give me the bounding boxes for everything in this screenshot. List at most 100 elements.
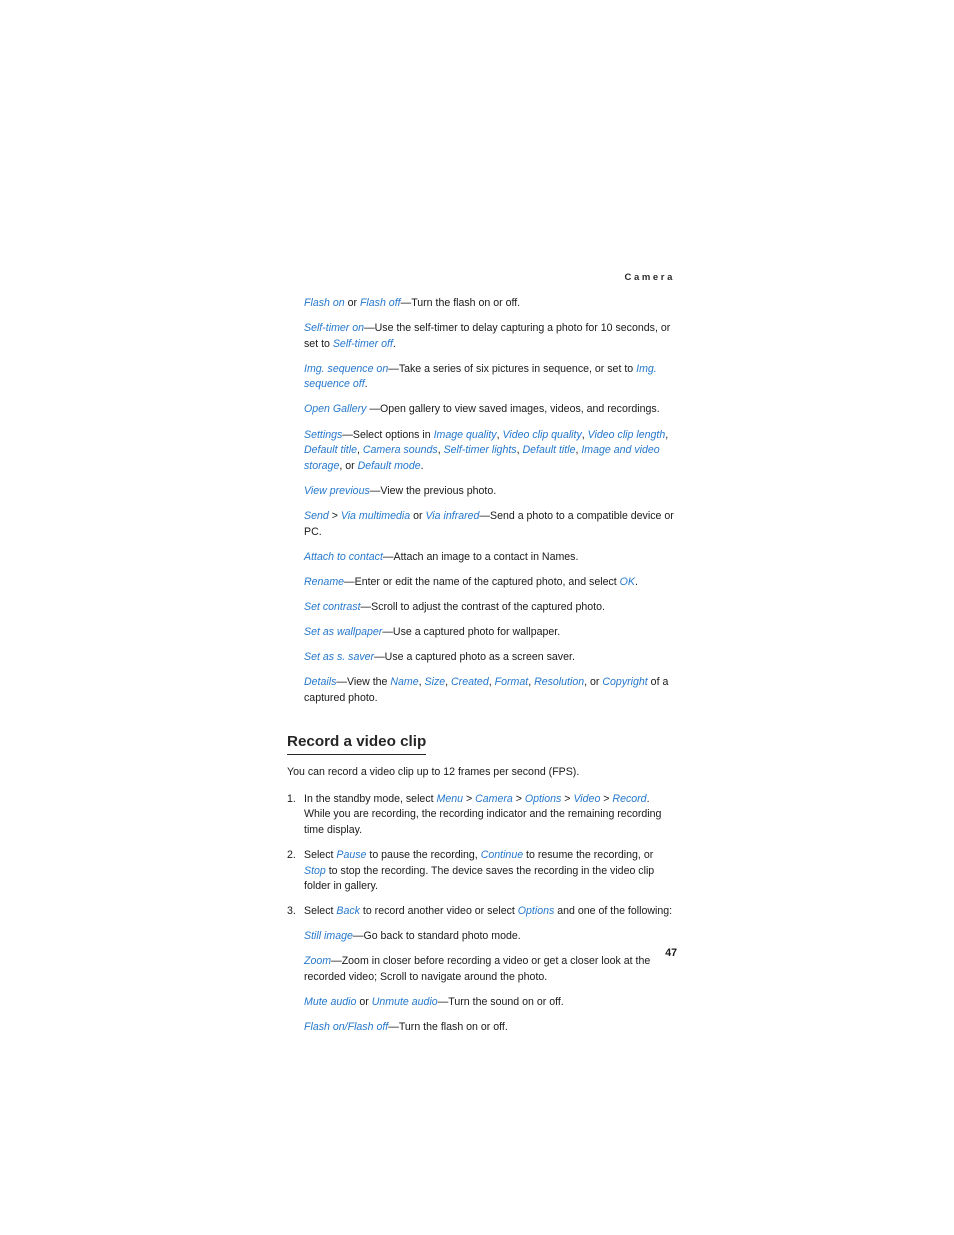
ui-term: Video clip length [587, 428, 666, 441]
ui-term: Resolution [534, 676, 585, 689]
body-text: Select [304, 849, 337, 862]
body-text: to resume the recording, or [523, 849, 654, 862]
body-text: to record another video or select [359, 905, 518, 918]
ui-term: Back [336, 905, 360, 918]
step-number: 3. [287, 905, 296, 918]
ui-term: Settings [304, 428, 343, 441]
body-column: Flash on or Flash off —Turn the flash on … [287, 296, 677, 1043]
ui-term: Set contrast [304, 600, 361, 613]
body-text: —View the previous photo. [369, 484, 497, 497]
ui-term: Pause [336, 849, 367, 862]
step-item: 2. Select Pause to pause the recording, C… [287, 848, 677, 895]
ui-term: Name [390, 676, 419, 689]
ui-term: Options [517, 905, 555, 918]
body-text: In the standby mode, select [304, 792, 437, 805]
ui-term: View previous [304, 484, 370, 497]
video-sub-options-list: Still image—Go back to standard photo mo… [304, 929, 677, 1035]
ui-term: Stop [304, 864, 326, 877]
ui-term: Rename [304, 575, 345, 588]
ui-term: Set as s. saver [304, 651, 375, 663]
ui-term: Self-timer off [332, 337, 393, 350]
ui-term: Send [304, 509, 329, 522]
option-paragraph-open-gallery: Open Gallery —Open gallery to view saved… [304, 402, 677, 418]
body-text: —Turn the sound on or off. [437, 995, 564, 1008]
manual-page: Camera Flash on or Flash off —Turn the fl… [0, 0, 954, 1235]
ui-term: Self-timer on [304, 322, 365, 335]
sub-option-paragraph-mute-audio: Mute audio or Unmute audio—Turn the soun… [304, 995, 677, 1011]
body-text: > [600, 792, 613, 805]
ui-term: Open Gallery [304, 403, 367, 416]
ui-term: Flash on [304, 297, 345, 309]
step-number: 1. [287, 792, 296, 805]
body-text: —Use a captured photo as a screen saver. [374, 651, 575, 663]
ui-term: Unmute audio [371, 995, 438, 1008]
option-paragraph-set-as-s-saver: Set as s. saver—Use a captured photo as … [304, 650, 677, 666]
body-text: —Scroll to adjust the contrast of the ca… [360, 600, 605, 613]
body-text: , or [584, 676, 603, 689]
ui-term: Attach to contact [304, 550, 383, 563]
option-paragraph-send: Send > Via multimedia or Via infrared—Se… [304, 509, 677, 540]
body-text: > [561, 792, 574, 805]
ui-term: Record [612, 792, 647, 805]
body-text: or [356, 995, 372, 1008]
ui-term: Video [573, 792, 601, 805]
option-paragraph-attach-to-contact: Attach to contact—Attach an image to a c… [304, 550, 677, 566]
ui-term: Flash on [304, 1020, 345, 1033]
body-text: —Zoom in closer before recording a video… [304, 955, 651, 983]
ui-term: Self-timer lights [443, 444, 517, 457]
option-paragraph-rename: Rename—Enter or edit the name of the cap… [304, 575, 677, 591]
ui-term: Default title [522, 444, 576, 457]
sub-option-paragraph-flash-video: Flash on/Flash off—Turn the flash on or … [304, 1020, 677, 1036]
step-text: Select Pause to pause the recording, Con… [304, 849, 654, 892]
body-text: . [364, 378, 368, 391]
option-paragraph-set-as-wallpaper: Set as wallpaper—Use a captured photo fo… [304, 625, 677, 641]
ui-term: Still image [304, 930, 353, 943]
ui-term: Menu [436, 792, 464, 805]
body-text: —View the [336, 676, 391, 689]
ui-term: Details [304, 676, 337, 689]
ui-term: Copyright [602, 676, 648, 689]
ui-term: Camera sounds [362, 444, 438, 457]
option-paragraph-details: Details—View the Name, Size, Created, Fo… [304, 675, 677, 706]
ui-term: Mute audio [304, 995, 357, 1008]
section-heading-wrap: Record a video clip [287, 732, 677, 756]
ui-term: Video clip quality [502, 428, 582, 441]
body-text: . [392, 337, 396, 350]
body-text: —Attach an image to a contact in Names. [382, 550, 579, 563]
body-text: —Turn the flash on or off. [400, 297, 521, 309]
ui-term: Format [494, 676, 529, 689]
step-number: 2. [287, 849, 296, 862]
ui-term: Image quality [433, 428, 497, 441]
option-paragraph-flash: Flash on or Flash off—Turn the flash on … [304, 296, 677, 312]
body-text: . [634, 575, 638, 588]
ui-term: Via infrared [425, 509, 480, 522]
ui-term: Img. sequence on [304, 362, 389, 375]
ui-term: Flash off [347, 1020, 389, 1033]
body-text: or [344, 297, 360, 309]
body-text: . [420, 459, 424, 472]
body-text: —Go back to standard photo mode. [352, 930, 521, 943]
option-paragraph-self-timer: Self-timer on—Use the self-timer to dela… [304, 321, 677, 352]
body-text: —Open gallery to view saved images, vide… [366, 403, 660, 416]
ui-term: Created [451, 676, 489, 689]
option-paragraph-img-sequence: Img. sequence on—Take a series of six pi… [304, 362, 677, 393]
step-item: 1. In the standby mode, select Menu > Cam… [287, 792, 677, 839]
ui-term: Camera [475, 792, 513, 805]
section-heading-record-a-video-clip: Record a video clip [287, 732, 427, 756]
page-number: 47 [665, 947, 677, 959]
body-text: —Take a series of six pictures in sequen… [388, 362, 637, 375]
body-text: , [665, 428, 669, 441]
ui-term: OK [619, 575, 635, 588]
ui-term: Via multimedia [340, 509, 411, 522]
step-text: In the standby mode, select Menu > Camer… [304, 793, 661, 836]
camera-options-list: Flash on or Flash off—Turn the flash on … [287, 296, 677, 706]
step-item: 3. Select Back to record another video or… [287, 904, 677, 1035]
body-text: > [328, 509, 341, 522]
ui-term: Default mode [357, 459, 421, 472]
section-intro-text: You can record a video clip up to 12 fra… [287, 766, 580, 779]
record-video-steps: 1. In the standby mode, select Menu > Cam… [287, 792, 677, 1036]
option-paragraph-view-previous: View previous—View the previous photo. [304, 484, 677, 500]
body-text: to stop the recording. The device saves … [304, 864, 655, 893]
option-paragraph-settings: Settings—Select options in Image quality… [304, 428, 677, 475]
step-text: Select Back to record another video or s… [304, 905, 672, 917]
